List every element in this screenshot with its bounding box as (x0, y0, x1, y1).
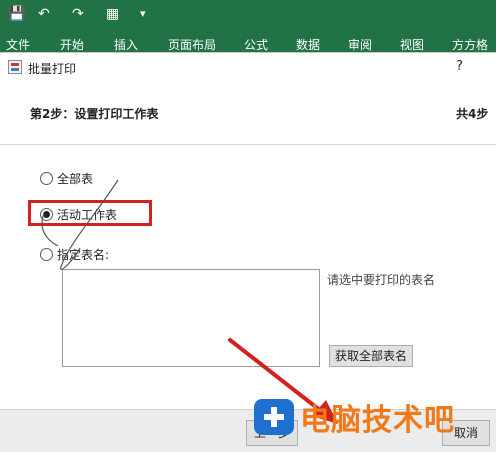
tab-data[interactable]: 数据 (296, 36, 320, 53)
help-button[interactable]: ? (456, 59, 463, 74)
sheet-name-list[interactable] (62, 269, 320, 367)
step-title: 第2步：设置打印工作表 (30, 107, 159, 121)
tab-home[interactable]: 开始 (60, 36, 84, 53)
watermark-logo-icon (254, 399, 294, 435)
tab-review[interactable]: 审阅 (348, 36, 372, 53)
radio-label: 指定表名: (57, 247, 110, 262)
step-total: 共4步 (456, 107, 489, 121)
save-icon[interactable]: 💾 (8, 4, 25, 24)
tab-view[interactable]: 视图 (400, 36, 424, 53)
quick-access-toolbar: 💾 ↶ ↷ ▦ ▾ (0, 0, 496, 30)
radio-specified-sheet[interactable]: 指定表名: (40, 245, 109, 263)
print-app-icon (8, 60, 22, 74)
customize-icon[interactable]: ▾ (140, 4, 146, 24)
dialog-titlebar: 批量打印 ? (0, 53, 496, 81)
redo-icon[interactable]: ↷ (72, 4, 84, 24)
radio-label: 全部表 (57, 171, 94, 186)
fetch-all-sheet-names-button[interactable]: 获取全部表名 (329, 345, 413, 367)
undo-icon[interactable]: ↶ (38, 4, 50, 24)
tab-insert[interactable]: 插入 (114, 36, 138, 53)
radio-button[interactable] (40, 247, 53, 261)
radio-button[interactable] (40, 171, 53, 185)
highlight-box (28, 200, 152, 226)
watermark: 电脑技术吧 (254, 392, 455, 442)
tab-addin[interactable]: 方方格 (452, 36, 488, 53)
sheet-list-hint: 请选中要打印的表名 (327, 273, 436, 287)
radio-all-sheets[interactable]: 全部表 (40, 169, 93, 187)
tab-formulas[interactable]: 公式 (244, 36, 268, 53)
ribbon-tabs: 文件 开始 插入 页面布局 公式 数据 审阅 视图 方方格 (0, 30, 496, 52)
tab-page-layout[interactable]: 页面布局 (168, 36, 216, 53)
watermark-text: 电脑技术吧 (300, 403, 455, 438)
form-icon[interactable]: ▦ (106, 4, 119, 24)
dialog-title: 批量打印 (28, 62, 77, 76)
tab-file[interactable]: 文件 (6, 36, 30, 53)
wizard-header: 第2步：设置打印工作表 共4步 (0, 81, 496, 145)
